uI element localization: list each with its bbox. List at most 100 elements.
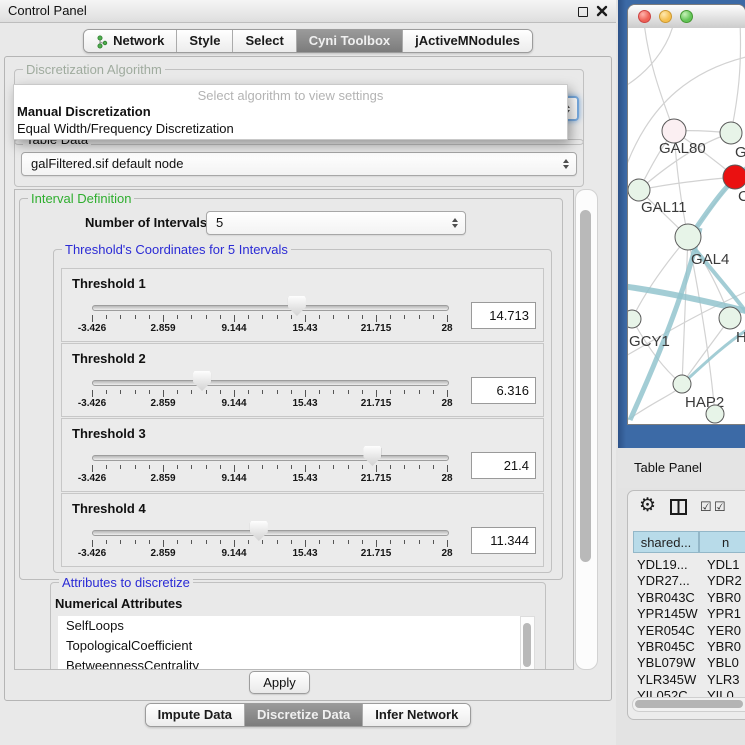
close-icon[interactable] xyxy=(596,5,608,17)
major-tick xyxy=(163,540,164,547)
threshold-value-field[interactable]: 11.344 xyxy=(471,527,536,554)
slider-handle[interactable] xyxy=(250,521,268,541)
cell-shared-name: YBL079W xyxy=(637,655,696,670)
tab-style[interactable]: Style xyxy=(177,30,233,52)
minor-tick xyxy=(433,315,434,319)
table-row[interactable]: YBR045CYBR0 xyxy=(628,639,745,655)
minor-tick xyxy=(135,540,136,544)
threshold-value-field[interactable]: 14.713 xyxy=(471,302,536,329)
tab-impute-data[interactable]: Impute Data xyxy=(146,704,245,726)
table-row[interactable]: YDR27...YDR2 xyxy=(628,573,745,589)
table-horizontal-scrollbar[interactable] xyxy=(632,697,745,712)
cell-name: YIL0 xyxy=(707,688,734,697)
cyni-discretize-panel: Discretization Algorithm Table Data galF… xyxy=(4,56,612,701)
apply-button[interactable]: Apply xyxy=(249,671,310,694)
network-edge xyxy=(644,28,674,131)
minor-tick xyxy=(419,390,420,394)
minor-tick xyxy=(149,465,150,469)
split-columns-icon[interactable] xyxy=(670,499,687,515)
checkbox-icon[interactable]: ☑ xyxy=(700,499,712,515)
table-row[interactable]: YBL079WYBL0 xyxy=(628,655,745,671)
major-tick xyxy=(376,465,377,472)
popup-option-equal-width-frequency[interactable]: Equal Width/Frequency Discretization xyxy=(14,120,567,137)
slider-handle[interactable] xyxy=(363,446,381,466)
network-node[interactable] xyxy=(720,122,742,144)
minor-tick xyxy=(262,465,263,469)
close-traffic-light-icon[interactable] xyxy=(638,10,651,23)
attributes-list-scrollbar[interactable] xyxy=(520,616,535,670)
table-panel-title: Table Panel xyxy=(634,460,702,475)
scrollbar-thumb[interactable] xyxy=(580,210,591,562)
column-header-shared-name[interactable]: shared... xyxy=(633,531,699,553)
table-row[interactable]: YLR345WYLR3 xyxy=(628,672,745,688)
num-intervals-combobox[interactable]: 5 xyxy=(206,211,466,235)
zoom-traffic-light-icon[interactable] xyxy=(680,10,693,23)
slider-track[interactable] xyxy=(92,380,449,386)
numerical-attributes-list[interactable]: SelfLoopsTopologicalCoefficientBetweenne… xyxy=(58,616,520,670)
tick-label: 21.715 xyxy=(361,548,392,559)
slider-handle[interactable] xyxy=(193,371,211,391)
table-row[interactable]: YPR145WYPR1 xyxy=(628,606,745,622)
attribute-list-item[interactable]: TopologicalCoefficient xyxy=(58,636,520,656)
tab-discretize-data[interactable]: Discretize Data xyxy=(245,704,363,726)
table-row[interactable]: YBR043CYBR0 xyxy=(628,590,745,606)
minor-tick xyxy=(206,315,207,319)
settings-vertical-scrollbar[interactable] xyxy=(575,189,598,670)
minor-tick xyxy=(319,465,320,469)
tick-label: 2.859 xyxy=(150,548,175,559)
cell-shared-name: YIL052C xyxy=(637,688,688,697)
network-node-gcy1[interactable] xyxy=(628,310,641,328)
tick-label: 9.144 xyxy=(221,398,246,409)
table-row[interactable]: YDL19...YDL1 xyxy=(628,557,745,573)
table-rows[interactable]: YDL19...YDL1YDR27...YDR2YBR043CYBR0YPR14… xyxy=(628,557,745,697)
major-tick xyxy=(447,540,448,547)
network-node-hap2[interactable] xyxy=(673,375,691,393)
minor-tick xyxy=(248,540,249,544)
minor-tick xyxy=(419,540,420,544)
threshold-value-field[interactable]: 21.4 xyxy=(471,452,536,479)
attribute-list-item[interactable]: BetweennessCentrality xyxy=(58,656,520,670)
scrollbar-thumb[interactable] xyxy=(635,700,743,708)
numerical-attributes-label: Numerical Attributes xyxy=(55,596,182,611)
slider-track[interactable] xyxy=(92,455,449,461)
tab-select[interactable]: Select xyxy=(233,30,296,52)
network-node-label: G. xyxy=(735,144,745,161)
minor-tick xyxy=(362,315,363,319)
network-edge xyxy=(628,56,745,178)
table-row[interactable]: YIL052C YIL0 xyxy=(628,688,745,697)
float-window-icon[interactable] xyxy=(578,7,588,17)
minor-tick xyxy=(135,465,136,469)
table-row[interactable]: YER054CYER0 xyxy=(628,623,745,639)
tick-label: 9.144 xyxy=(221,473,246,484)
minimize-traffic-light-icon[interactable] xyxy=(659,10,672,23)
slider-track[interactable] xyxy=(92,305,449,311)
threshold-value-field[interactable]: 6.316 xyxy=(471,377,536,404)
gear-icon[interactable]: ⚙ xyxy=(639,494,656,517)
tab-infer-network[interactable]: Infer Network xyxy=(363,704,470,726)
slider-handle[interactable] xyxy=(288,296,306,316)
minor-tick xyxy=(248,465,249,469)
major-tick xyxy=(163,465,164,472)
threshold-box: Threshold 1-3.4262.8599.14415.4321.71528… xyxy=(61,268,544,342)
checkbox-icon[interactable]: ☑ xyxy=(714,499,726,515)
network-canvas[interactable]: GAL80G.CGAL11GAL4GCY1HHAP2 xyxy=(628,28,745,424)
tab-network[interactable]: Network xyxy=(84,30,177,52)
column-header-name[interactable]: n xyxy=(699,531,745,553)
minor-tick xyxy=(120,390,121,394)
network-node[interactable] xyxy=(706,405,724,423)
network-node[interactable] xyxy=(723,165,745,189)
network-node-gal11[interactable] xyxy=(628,179,650,201)
minor-tick xyxy=(177,540,178,544)
thresholds-group: Threshold's Coordinates for 5 Intervals … xyxy=(53,249,552,573)
attribute-list-item[interactable]: SelfLoops xyxy=(58,616,520,636)
cell-shared-name: YBR045C xyxy=(637,639,695,654)
tab-jactivemnodules[interactable]: jActiveMNodules xyxy=(403,30,532,52)
popup-option-manual-discretization[interactable]: Manual Discretization xyxy=(14,103,567,120)
network-node-gal4[interactable] xyxy=(675,224,701,250)
slider-track[interactable] xyxy=(92,530,449,536)
network-node-h[interactable] xyxy=(719,307,741,329)
tab-cyni-toolbox[interactable]: Cyni Toolbox xyxy=(297,30,403,52)
table-data-combobox[interactable]: galFiltered.sif default node xyxy=(21,152,577,176)
network-node-label: GAL11 xyxy=(641,199,687,216)
minor-tick xyxy=(248,315,249,319)
